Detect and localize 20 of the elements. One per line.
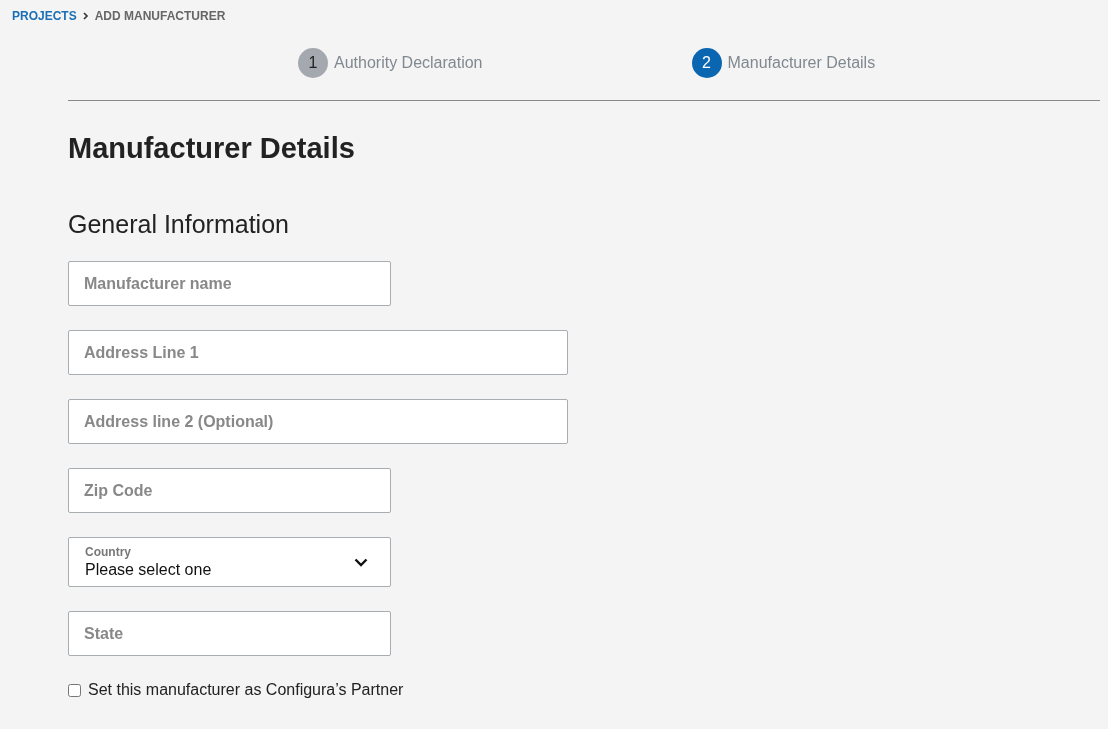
input-field[interactable]: State — [68, 611, 391, 656]
page-heading: Manufacturer Details — [68, 131, 355, 165]
step-number: 2 — [691, 48, 722, 78]
checkbox[interactable] — [68, 683, 81, 697]
country-select[interactable]: Country Please select one — [68, 537, 391, 587]
input-field[interactable]: Manufacturer name — [68, 261, 391, 306]
chevron-down-icon — [354, 557, 368, 567]
chevron-right-icon — [82, 12, 89, 20]
step-tab[interactable]: 1 Authority Declaration — [298, 45, 483, 81]
breadcrumb-current: ADD MANUFACTURER — [94, 9, 226, 23]
input-field[interactable]: Zip Code — [68, 468, 391, 513]
step-number: 1 — [298, 48, 328, 78]
checkbox-label: Set this manufacturer as Configura’s Partner — [88, 681, 404, 699]
step-label: Authority Declaration — [334, 54, 483, 72]
step-tab[interactable]: 2 Manufacturer Details — [691, 45, 876, 81]
section-heading: General Information — [68, 209, 289, 239]
step-label: Manufacturer Details — [727, 54, 876, 72]
input-field[interactable]: Address line 2 (Optional) — [68, 399, 568, 444]
breadcrumb-link[interactable]: PROJECTS — [12, 9, 77, 23]
input-field[interactable]: Address Line 1 — [68, 330, 568, 375]
